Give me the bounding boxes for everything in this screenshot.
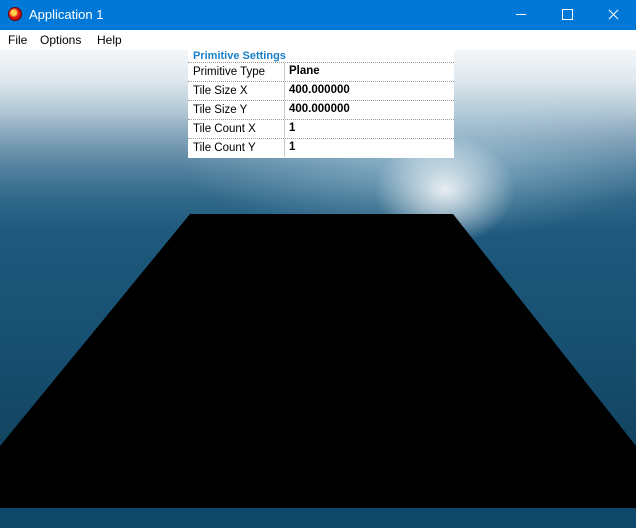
property-name: Tile Size Y — [188, 101, 285, 119]
property-value[interactable]: 1 — [286, 139, 454, 157]
property-row-tile-count-y[interactable]: Tile Count Y 1 — [188, 138, 454, 158]
viewport-ground-strip — [0, 508, 636, 528]
menu-bar: File Options Help — [0, 30, 636, 50]
menu-file[interactable]: File — [8, 33, 27, 48]
property-row-tile-size-x[interactable]: Tile Size X 400.000000 — [188, 81, 454, 100]
property-row-primitive-type[interactable]: Primitive Type Plane — [188, 62, 454, 81]
window-title: Application 1 — [29, 7, 104, 22]
property-value[interactable]: Plane — [286, 63, 454, 81]
property-value[interactable]: 400.000000 — [286, 82, 454, 100]
property-name: Tile Size X — [188, 82, 285, 100]
property-category-header[interactable]: Primitive Settings — [188, 50, 454, 62]
property-value[interactable]: 400.000000 — [286, 101, 454, 119]
title-bar[interactable]: Application 1 — [0, 0, 636, 30]
minimize-button[interactable] — [498, 0, 544, 30]
close-button[interactable] — [590, 0, 636, 30]
maximize-button[interactable] — [544, 0, 590, 30]
property-name: Tile Count Y — [188, 139, 285, 157]
application-window: Application 1 File Options Help Primitiv… — [0, 0, 636, 528]
property-value[interactable]: 1 — [286, 120, 454, 138]
application-icon[interactable] — [8, 7, 22, 21]
property-row-tile-count-x[interactable]: Tile Count X 1 — [188, 119, 454, 138]
menu-help[interactable]: Help — [97, 33, 122, 48]
property-grid: Primitive Settings Primitive Type Plane … — [188, 50, 454, 158]
property-row-tile-size-y[interactable]: Tile Size Y 400.000000 — [188, 100, 454, 119]
property-name: Primitive Type — [188, 63, 285, 81]
menu-options[interactable]: Options — [40, 33, 81, 48]
property-name: Tile Count X — [188, 120, 285, 138]
plane-surface — [0, 214, 636, 508]
property-category-label: Primitive Settings — [193, 50, 286, 62]
